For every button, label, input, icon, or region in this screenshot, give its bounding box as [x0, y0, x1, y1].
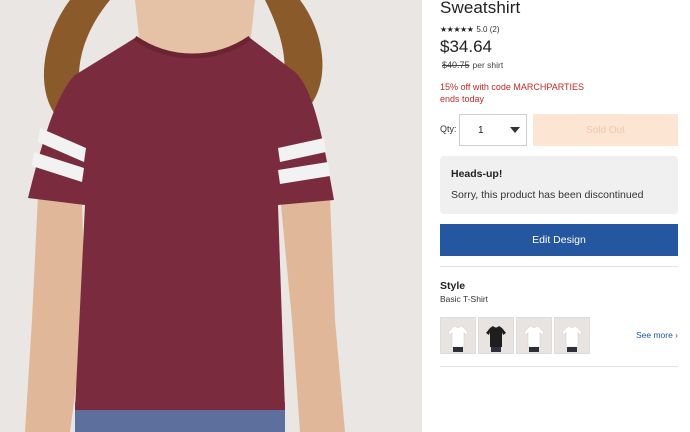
model-photo: [0, 0, 422, 432]
style-selected: Basic T-Shirt: [440, 294, 489, 304]
product-page: Sweatshirt ★★★★★ 5.0 (2) $34.64 $40.75 pe…: [0, 0, 690, 432]
tshirt-icon: [557, 319, 587, 352]
style-thumbnail[interactable]: [440, 317, 476, 354]
rating-score: 5.0 (2): [476, 25, 500, 34]
divider: [440, 366, 678, 367]
tshirt-icon: [519, 319, 549, 352]
chevron-down-icon: [510, 127, 520, 133]
per-unit-label: per shirt: [472, 60, 504, 70]
edit-design-button[interactable]: Edit Design: [440, 224, 678, 256]
product-image[interactable]: [0, 0, 422, 432]
promo-code-text: 15% off with code MARCHPARTIES: [440, 82, 585, 92]
style-thumbnails: [440, 317, 590, 354]
promo-expiry-text: ends today: [440, 94, 485, 104]
style-thumbnail[interactable]: [478, 317, 514, 354]
product-rating[interactable]: ★★★★★ 5.0 (2): [440, 25, 499, 34]
style-heading: Style: [440, 280, 466, 292]
product-info-panel: Sweatshirt ★★★★★ 5.0 (2) $34.64 $40.75 pe…: [440, 0, 678, 432]
tshirt-icon: [443, 319, 473, 352]
discontinued-notice: Heads-up! Sorry, this product has been d…: [440, 156, 678, 214]
product-title: Sweatshirt: [440, 0, 521, 17]
quantity-value: 1: [478, 124, 484, 136]
divider: [440, 266, 678, 267]
style-thumbnail[interactable]: [554, 317, 590, 354]
quantity-select[interactable]: 1: [459, 114, 527, 146]
star-icons: ★★★★★: [440, 25, 474, 34]
original-price: $40.75: [442, 60, 470, 70]
promo-message: 15% off with code MARCHPARTIES ends toda…: [440, 81, 584, 105]
quantity-row: Qty: 1 Sold Out: [440, 114, 678, 146]
see-more-link[interactable]: See more ›: [636, 330, 678, 340]
sold-out-button[interactable]: Sold Out: [533, 114, 678, 146]
notice-title: Heads-up!: [451, 168, 503, 180]
notice-body: Sorry, this product has been discontinue…: [451, 189, 644, 201]
quantity-label: Qty:: [440, 124, 457, 134]
original-price-row: $40.75 per shirt: [442, 60, 503, 70]
product-price: $34.64: [440, 37, 492, 56]
style-thumbnail[interactable]: [516, 317, 552, 354]
tshirt-icon: [481, 319, 511, 352]
